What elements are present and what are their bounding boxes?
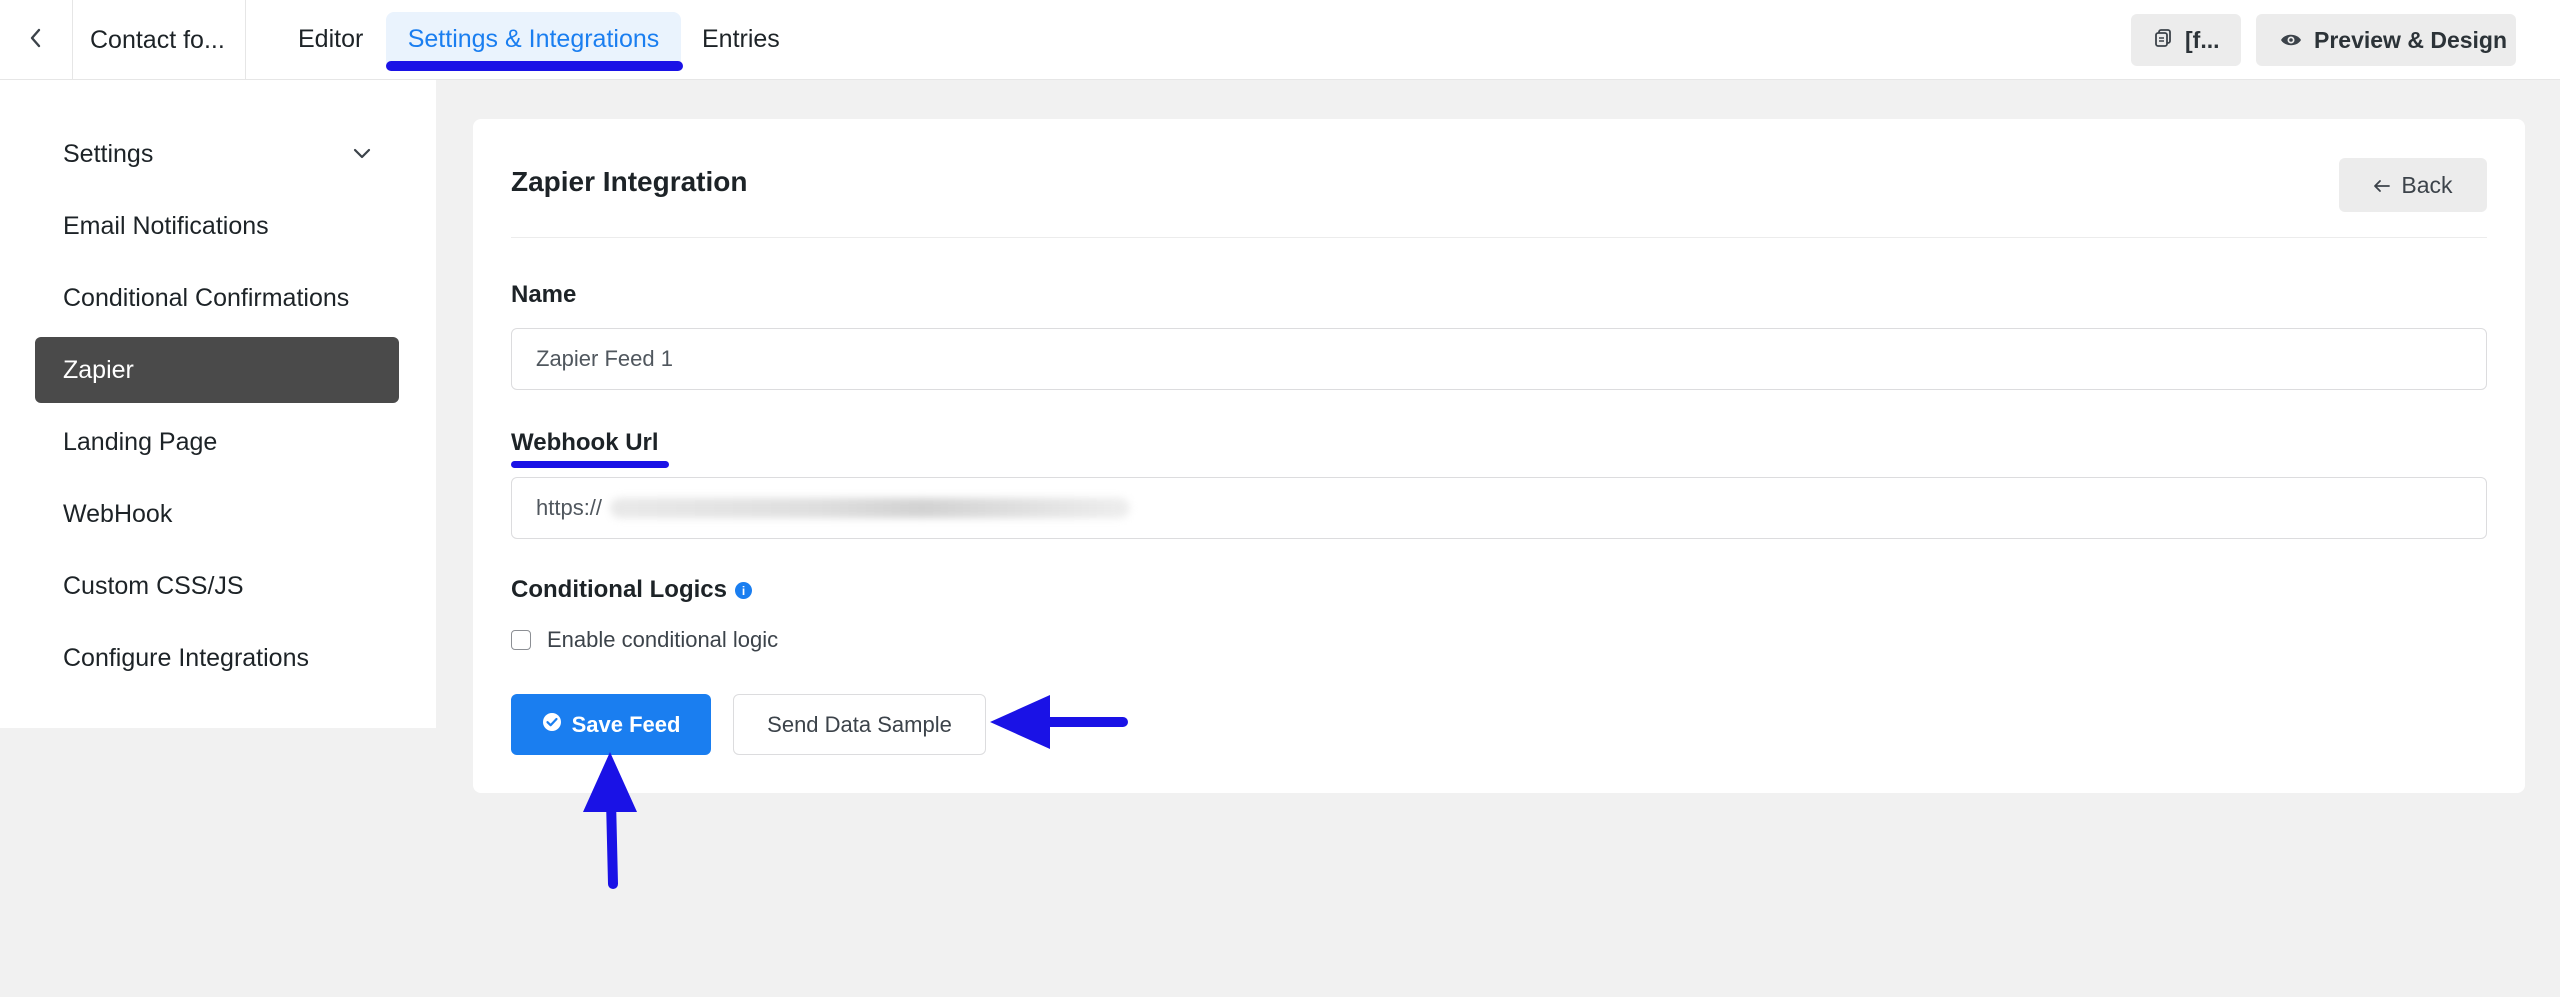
sidebar-item-email-notifications[interactable]: Email Notifications [35,193,399,259]
copy-icon [2153,27,2173,54]
conditional-logic-toggle[interactable]: Enable conditional logic [511,627,778,653]
card-back-button[interactable]: Back [2339,158,2487,212]
webhook-url-input[interactable]: https:// [511,477,2487,539]
sidebar-item-landing-page[interactable]: Landing Page [35,409,399,475]
arrow-left-icon [2373,172,2391,199]
shortcode-button[interactable]: [f... [2131,14,2241,66]
sidebar-item-conditional-confirmations[interactable]: Conditional Confirmations [35,265,399,331]
card-divider [511,237,2487,238]
sidebar-item-configure-integrations[interactable]: Configure Integrations [35,625,399,691]
send-data-sample-button[interactable]: Send Data Sample [733,694,986,755]
sidebar-item-custom-css-js[interactable]: Custom CSS/JS [35,553,399,619]
name-label: Name [511,281,577,308]
info-icon[interactable]: i [735,582,752,600]
webhook-url-label: Webhook Url [511,429,659,456]
preview-design-label: Preview & Design [2314,26,2508,53]
sidebar-item-webhook[interactable]: WebHook [35,481,399,547]
save-feed-button[interactable]: Save Feed [511,694,711,755]
annotation-underline-tab [386,61,683,71]
preview-design-button[interactable]: Preview & Design [2256,14,2516,66]
conditional-logic-checkbox-label: Enable conditional logic [547,627,779,652]
webhook-url-value: https:// [536,495,603,520]
zapier-integration-card: Zapier Integration Back Name Webhook Url… [473,119,2525,793]
shortcode-label: [f... [2185,26,2220,53]
form-title[interactable]: Contact fo... [74,0,246,80]
sidebar-item-label: Settings [63,139,154,168]
back-nav-button[interactable] [0,0,73,80]
tab-entries[interactable]: Entries [702,12,780,66]
sidebar-item-zapier[interactable]: Zapier [35,337,399,403]
tab-settings-integrations[interactable]: Settings & Integrations [386,12,681,66]
eye-icon [2280,27,2302,54]
check-circle-icon [542,712,562,738]
sidebar-item-settings[interactable]: Settings [35,121,399,187]
chevron-down-icon[interactable] [351,143,373,172]
top-bar: Contact fo... Editor Settings & Integrat… [0,0,2560,80]
conditional-logics-text: Conditional Logics [511,576,727,603]
annotation-underline-webhook [511,461,669,468]
conditional-logics-label: Conditional Logics i [511,576,752,604]
card-back-label: Back [2401,171,2453,198]
redacted-url-blur [610,498,1131,518]
settings-sidebar: Settings Email Notifications Conditional… [0,80,436,728]
save-feed-label: Save Feed [571,711,681,737]
conditional-logic-checkbox[interactable] [511,630,531,650]
tab-editor[interactable]: Editor [298,12,363,66]
feed-name-input[interactable] [511,328,2487,390]
page-title: Zapier Integration [511,166,748,197]
chevron-left-icon [28,26,44,55]
